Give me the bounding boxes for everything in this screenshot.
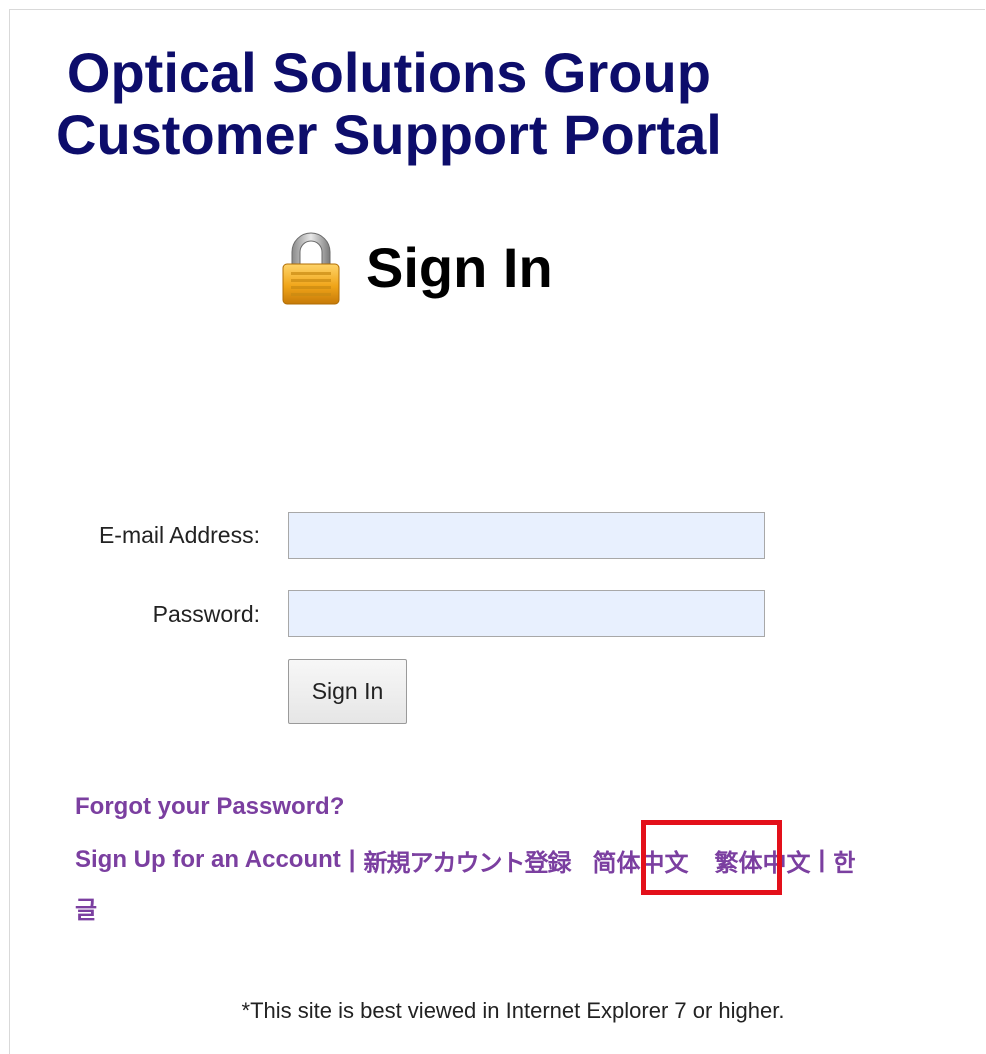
simplified-chinese-link[interactable]: 简体中文 (593, 843, 689, 878)
password-label: Password: (152, 601, 260, 627)
browser-note: *This site is best viewed in Internet Ex… (241, 998, 785, 1023)
link-separator: | (348, 846, 356, 873)
signin-heading: Sign In (278, 228, 553, 308)
korean-link-wrap: 글 (75, 890, 97, 925)
signin-title: Sign In (366, 236, 553, 299)
korean-link-part1[interactable]: 한 (833, 843, 855, 878)
portal-title: Optical Solutions Group Customer Support… (56, 42, 722, 166)
korean-link-part2[interactable]: 글 (75, 896, 97, 924)
japanese-signup-link[interactable]: 新規アカウント登録 (364, 843, 572, 878)
padlock-icon (282, 232, 340, 305)
sign-in-button[interactable]: Sign In (288, 659, 407, 724)
forgot-password-link[interactable]: Forgot your Password? (75, 793, 344, 821)
traditional-chinese-link[interactable]: 繁体中文 (715, 843, 811, 878)
email-label: E-mail Address: (98, 522, 260, 548)
link-separator: | (818, 846, 826, 873)
sign-up-link[interactable]: Sign Up for an Account (75, 846, 341, 874)
password-field[interactable] (288, 590, 765, 637)
language-links-row: Sign Up for an Account | 新規アカウント登録 简体中文 … (75, 840, 855, 880)
portal-title-line2: Customer Support Portal (56, 103, 722, 166)
email-field[interactable] (288, 512, 765, 559)
portal-title-line1: Optical Solutions Group (66, 41, 711, 104)
